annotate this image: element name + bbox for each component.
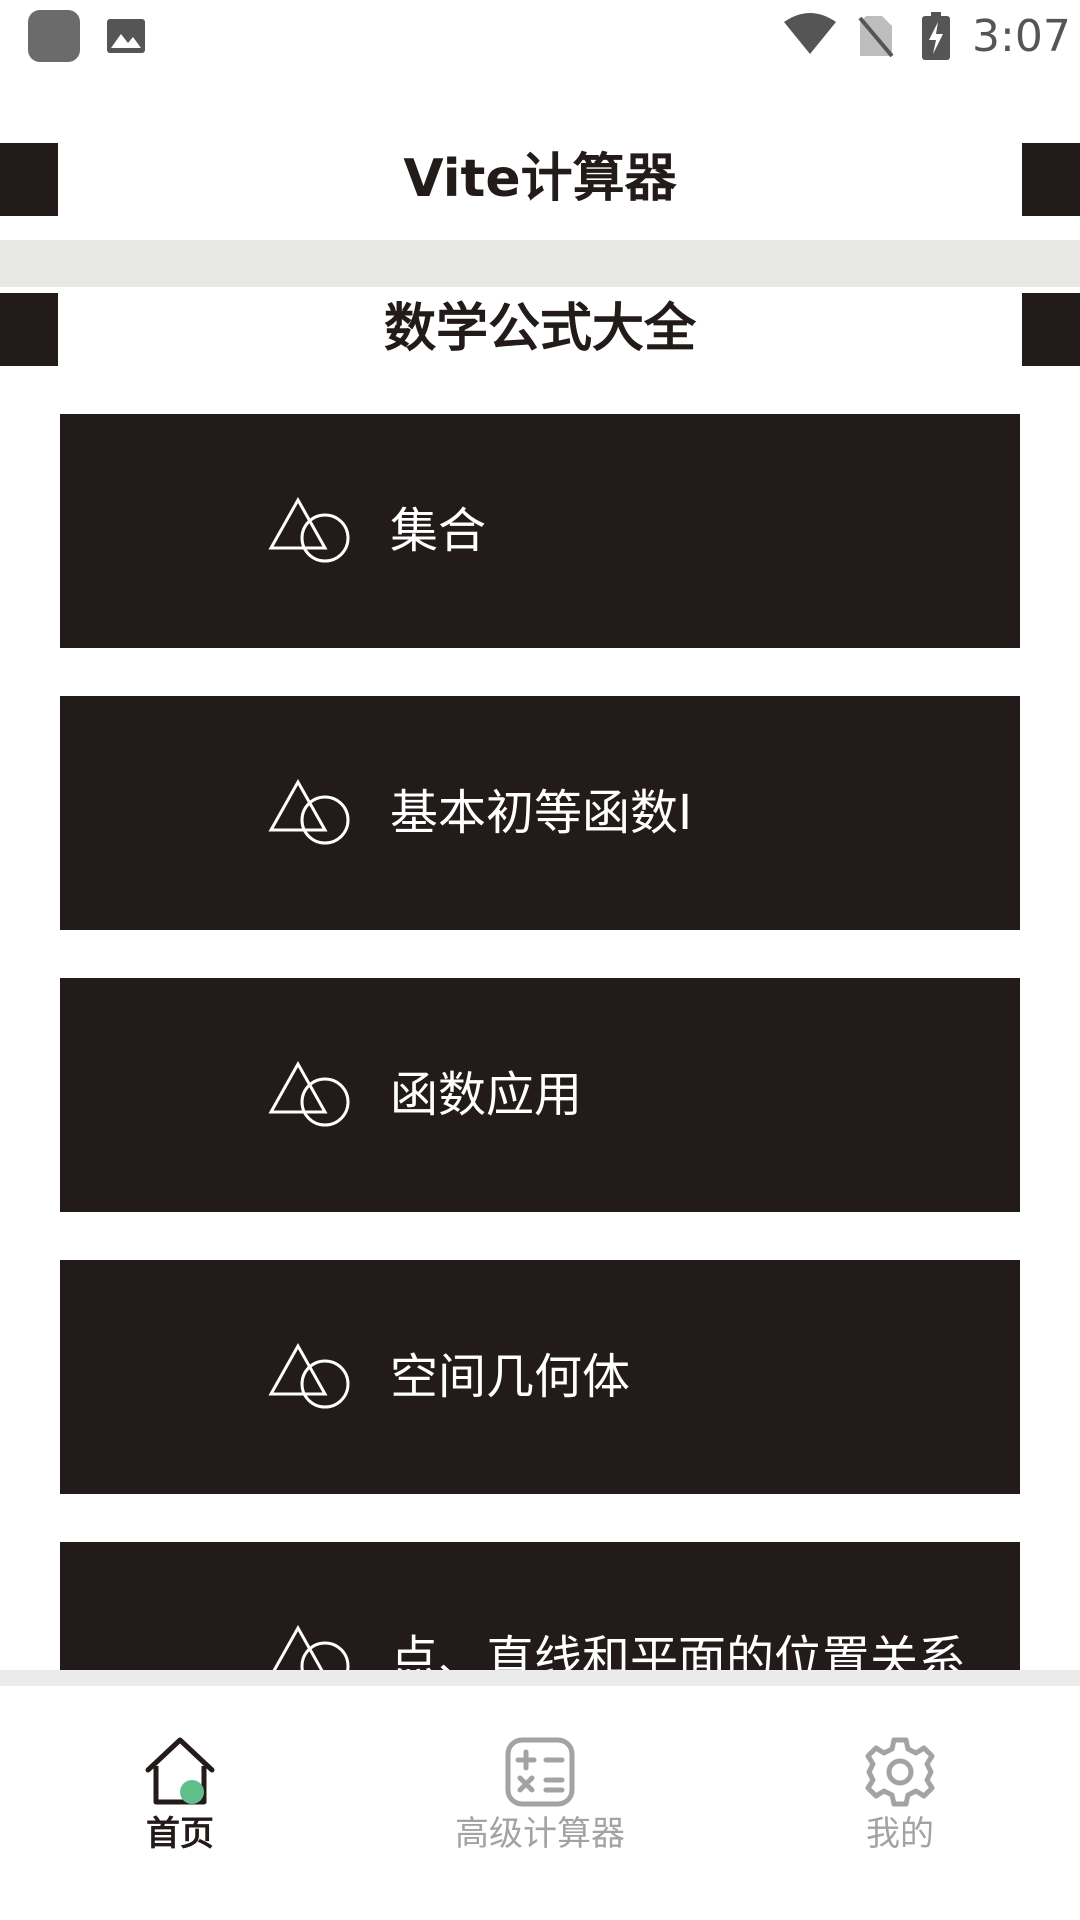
triangle-circle-icon — [272, 1624, 350, 1670]
category-card-points-lines-planes[interactable]: 点、直线和平面的位置关系 — [60, 1542, 1020, 1670]
app-icon — [28, 10, 80, 62]
battery-charging-icon — [922, 12, 950, 60]
nav-mine[interactable]: 我的 — [720, 1686, 1080, 1920]
category-label: 空间几何体 — [390, 1349, 631, 1405]
category-card-function-applications[interactable]: 函数应用 — [60, 978, 1020, 1212]
category-label: 集合 — [390, 503, 487, 559]
nav-mine-label: 我的 — [866, 1814, 934, 1854]
calculator-icon — [505, 1737, 575, 1807]
gear-icon — [865, 1737, 935, 1807]
category-label: 基本初等函数I — [390, 785, 693, 841]
home-icon — [145, 1737, 215, 1805]
triangle-circle-icon — [268, 1342, 350, 1409]
bottom-nav-divider — [0, 1670, 1080, 1686]
nav-calculator-label: 高级计算器 — [455, 1814, 625, 1854]
category-label: 点、直线和平面的位置关系 — [390, 1631, 967, 1670]
category-label: 函数应用 — [390, 1067, 583, 1123]
nav-home[interactable]: 首页 — [0, 1686, 360, 1920]
category-card-elementary-functions[interactable]: 基本初等函数I — [60, 696, 1020, 930]
category-card-set[interactable]: 集合 — [60, 414, 1020, 648]
triangle-circle-icon — [268, 778, 350, 845]
screen: 3:07 Vite计算器 数学公式大全 集合 基本初等函数I 函数应用 空间几何… — [0, 0, 1080, 1920]
wifi-icon — [784, 13, 836, 54]
header-divider — [0, 240, 1080, 287]
section-title: 数学公式大全 — [383, 299, 696, 359]
nav-advanced-calculator[interactable]: 高级计算器 — [360, 1686, 720, 1920]
bottom-nav: 首页 高级计算器 我的 — [0, 1686, 1080, 1920]
category-card-solid-geometry[interactable]: 空间几何体 — [60, 1260, 1020, 1494]
status-bar: 3:07 — [0, 0, 1080, 74]
section-header: 数学公式大全 — [0, 293, 1080, 366]
formula-category-list[interactable]: 集合 基本初等函数I 函数应用 空间几何体 点、直线和平面的位置关系 — [60, 414, 1020, 1670]
header-right-block — [1022, 143, 1080, 216]
image-icon — [107, 19, 145, 53]
no-sim-icon — [858, 16, 894, 58]
page-title: Vite计算器 — [403, 149, 677, 209]
nav-home-label: 首页 — [146, 1814, 214, 1854]
section-right-block — [1022, 293, 1080, 366]
triangle-circle-icon — [268, 496, 350, 563]
status-time: 3:07 — [972, 11, 1071, 62]
triangle-circle-icon — [268, 1060, 350, 1127]
app-header: Vite计算器 — [0, 143, 1080, 216]
